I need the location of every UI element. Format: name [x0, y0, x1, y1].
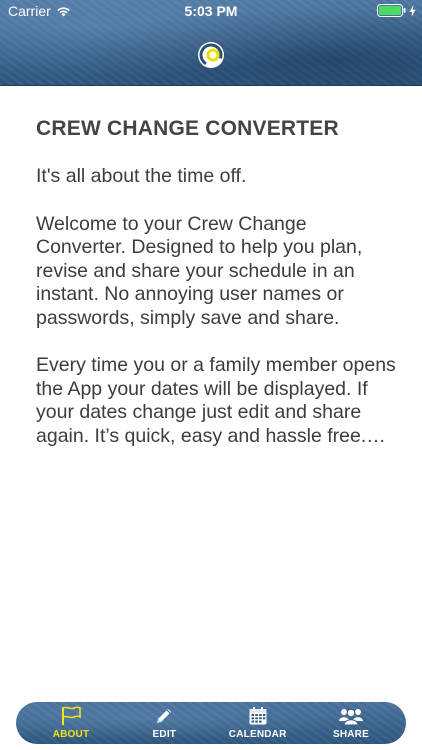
tab-about[interactable]: ABOUT	[26, 702, 116, 744]
about-content: CREW CHANGE CONVERTER It's all about the…	[36, 117, 396, 472]
tab-share-label: SHARE	[332, 729, 369, 740]
tab-calendar-label: CALENDAR	[228, 729, 287, 740]
calendar-icon	[248, 705, 268, 727]
tab-about-label: ABOUT	[52, 729, 90, 740]
welcome-paragraph: Welcome to your Crew Change Converter. D…	[36, 212, 363, 329]
app-header: Carrier 5:03 PM	[0, 0, 422, 86]
flag-icon	[60, 705, 82, 727]
charging-bolt-icon	[409, 4, 416, 17]
status-bar: Carrier 5:03 PM	[0, 0, 422, 22]
pencil-icon	[154, 705, 174, 727]
people-icon	[338, 705, 364, 727]
app-logo-icon	[198, 42, 224, 68]
tab-calendar[interactable]: CALENDAR	[213, 702, 303, 744]
bottom-tab-bar: ABOUT EDIT CALENDAR SHARE	[16, 702, 406, 744]
page-title: CREW CHANGE CONVERTER	[36, 117, 339, 140]
tab-edit[interactable]: EDIT	[119, 702, 209, 744]
battery-icon	[377, 4, 416, 17]
tagline-paragraph: It's all about the time off.	[36, 165, 247, 187]
info-paragraph: Every time you or a family member opens …	[36, 354, 396, 447]
status-time: 5:03 PM	[184, 3, 238, 19]
tab-share[interactable]: SHARE	[306, 702, 396, 744]
tab-edit-label: EDIT	[152, 729, 177, 740]
